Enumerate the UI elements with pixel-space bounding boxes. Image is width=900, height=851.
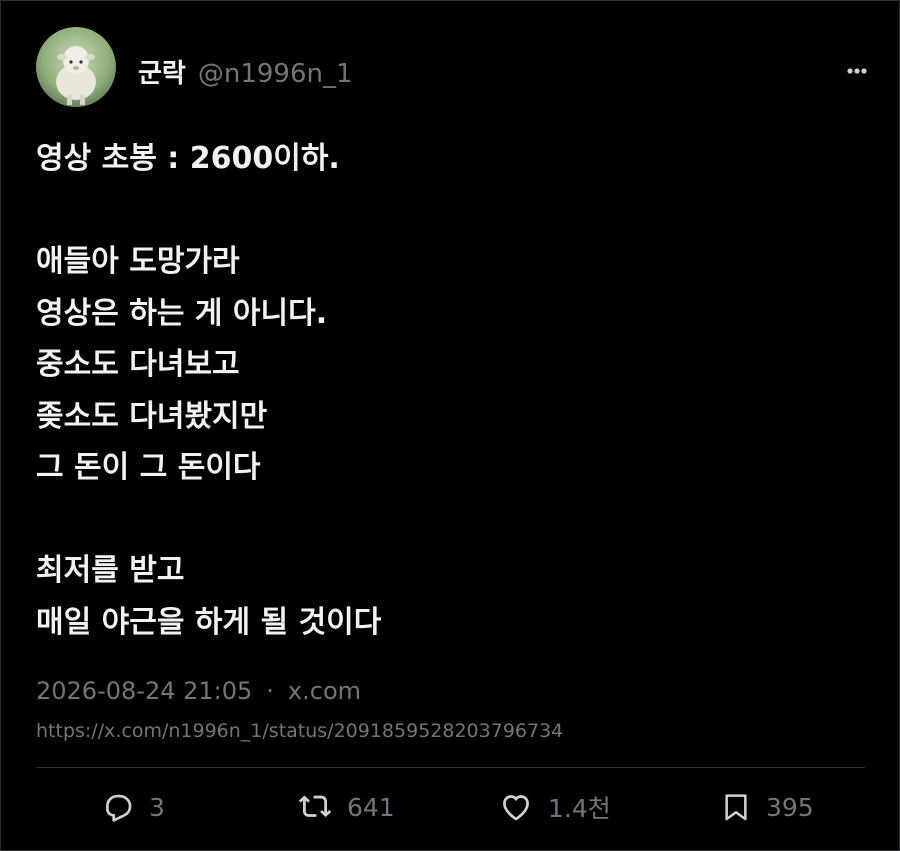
tweet-line: 매일 야근을 하게 될 것이다: [36, 604, 382, 640]
tweet-line: 그 돈이 그 돈이다: [36, 450, 261, 485]
like-button[interactable]: 1.4천: [498, 787, 611, 827]
display-name[interactable]: 군락: [138, 53, 186, 90]
tweet-line: 최저를 받고: [36, 553, 185, 588]
tweet-card: 군락 @n1996n_1 영상 초봉 : 2600이하. 애들아 도망가라 영상…: [0, 0, 900, 851]
reply-button[interactable]: 3: [101, 787, 165, 827]
like-count: 1.4천: [548, 794, 611, 823]
tweet-line: 중소도 다녀보고: [36, 347, 240, 382]
reply-icon: [106, 794, 132, 822]
tweet-text: 영상 초봉 : 2600이하. 애들아 도망가라 영상은 하는 게 아니다. 중…: [36, 133, 856, 648]
more-horizontal-icon: [847, 68, 867, 74]
tweet-url[interactable]: https://x.com/n1996n_1/status/2091859528…: [36, 720, 563, 742]
retweet-button[interactable]: 641: [297, 787, 395, 827]
tweet-line: 영상 초봉 : 2600이하.: [36, 141, 340, 176]
meta-separator: ·: [266, 677, 274, 705]
retweet-icon: [298, 795, 332, 818]
tweet-line: 좆소도 다녀봤지만: [36, 398, 268, 434]
divider: [36, 767, 865, 768]
timestamp[interactable]: 2026-08-24 21:05: [36, 677, 252, 705]
tweet-meta: 2026-08-24 21:05 · x.com: [36, 677, 361, 705]
more-options-button[interactable]: [843, 61, 873, 81]
bookmark-count: 395: [766, 792, 814, 822]
sheep-avatar-icon: [36, 27, 116, 107]
tweet-line: 애들아 도망가라: [36, 244, 240, 279]
source-label: x.com: [287, 677, 362, 705]
avatar[interactable]: [36, 27, 116, 107]
author-row: 군락 @n1996n_1: [138, 53, 353, 90]
tweet-line: [36, 494, 856, 546]
reply-count: 3: [149, 792, 165, 822]
bookmark-button[interactable]: 395: [720, 787, 814, 827]
heart-icon: [503, 795, 529, 821]
tweet-line: [36, 185, 856, 237]
retweet-count: 641: [347, 792, 395, 822]
bookmark-icon: [725, 794, 747, 821]
tweet-line: 영상은 하는 게 아니다.: [36, 295, 328, 331]
handle[interactable]: @n1996n_1: [198, 59, 353, 89]
